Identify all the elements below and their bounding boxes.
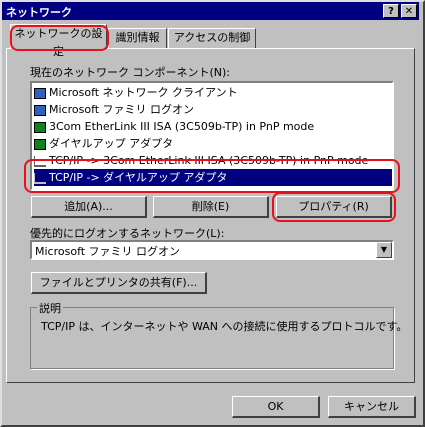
list-item[interactable]: 3Com EtherLink III ISA (3C509b-TP) in Pn… <box>34 118 392 135</box>
ok-button[interactable]: OK <box>232 396 320 418</box>
description-text: TCP/IP は、インターネットや WAN への接続に使用するプロトコルです。 <box>41 320 408 333</box>
tab-access-control[interactable]: アクセスの制御 <box>168 28 256 48</box>
components-list[interactable]: Microsoft ネットワーク クライアント Microsoft ファミリ ロ… <box>30 81 394 191</box>
list-item-label: TCP/IP -> ダイヤルアップ アダプタ <box>49 171 228 184</box>
list-item[interactable]: Microsoft ファミリ ログオン <box>34 101 392 118</box>
network-card-icon <box>34 121 46 133</box>
help-button[interactable]: ? <box>383 4 399 18</box>
protocol-icon <box>34 155 46 167</box>
list-item-label: Microsoft ネットワーク クライアント <box>49 86 238 99</box>
close-button[interactable]: ✕ <box>401 4 417 18</box>
list-item[interactable]: ダイヤルアップ アダプタ <box>34 135 392 152</box>
list-item-selected[interactable]: TCP/IP -> ダイヤルアップ アダプタ <box>34 169 392 186</box>
logon-value: Microsoft ファミリ ログオン <box>35 245 181 258</box>
logon-label: 優先的にログオンするネットワーク(L): <box>30 227 225 240</box>
list-item-label: 3Com EtherLink III ISA (3C509b-TP) in Pn… <box>49 120 315 133</box>
window-title: ネットワーク <box>6 6 72 19</box>
description-legend: 説明 <box>37 300 63 316</box>
list-item[interactable]: Microsoft ネットワーク クライアント <box>34 84 392 101</box>
remove-button[interactable]: 削除(E) <box>153 196 269 218</box>
protocol-icon <box>34 172 46 184</box>
list-item-label: Microsoft ファミリ ログオン <box>49 103 195 116</box>
file-share-button[interactable]: ファイルとプリンタの共有(F)... <box>31 272 207 294</box>
tab-identification[interactable]: 識別情報 <box>108 28 167 48</box>
tab-network-settings[interactable]: ネットワークの設定 <box>10 24 107 58</box>
description-group <box>30 307 394 369</box>
components-label: 現在のネットワーク コンポーネント(N): <box>30 66 231 79</box>
list-item-label: ダイヤルアップ アダプタ <box>49 137 174 150</box>
properties-button[interactable]: プロパティ(R) <box>276 196 392 218</box>
computer-icon <box>34 87 46 99</box>
title-bar[interactable]: ネットワーク ? ✕ <box>2 2 419 20</box>
list-item-label: TCP/IP -> 3Com EtherLink III ISA (3C509b… <box>49 154 369 167</box>
list-item[interactable]: TCP/IP -> 3Com EtherLink III ISA (3C509b… <box>34 152 392 169</box>
logon-dropdown[interactable]: Microsoft ファミリ ログオン ▼ <box>30 240 394 260</box>
computer-icon <box>34 104 46 116</box>
add-button[interactable]: 追加(A)... <box>31 196 147 218</box>
cancel-button[interactable]: キャンセル <box>328 396 416 418</box>
chevron-down-icon[interactable]: ▼ <box>376 242 392 258</box>
network-card-icon <box>34 138 46 150</box>
